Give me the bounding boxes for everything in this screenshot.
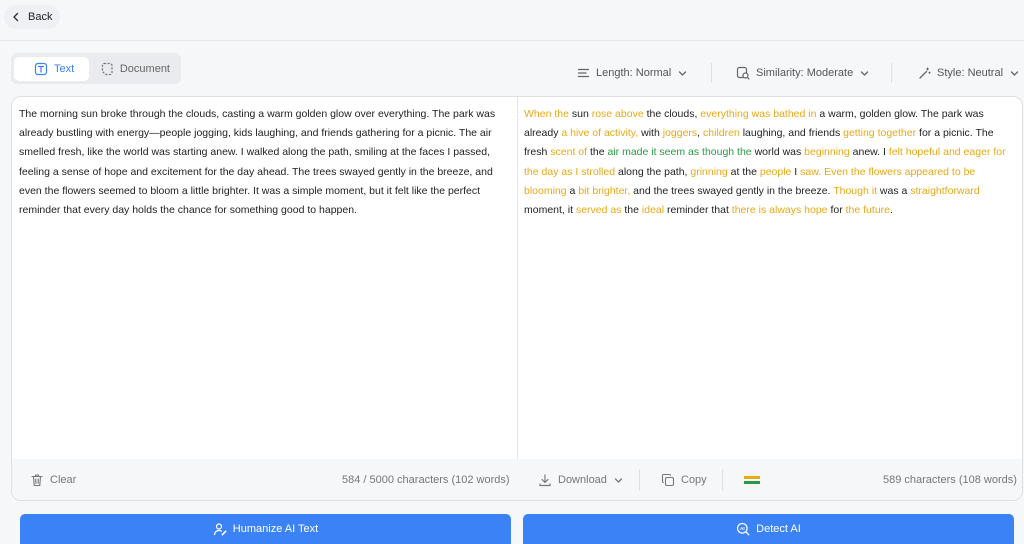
similarity-icon bbox=[736, 66, 750, 80]
rewritten-phrase: there is always hope bbox=[731, 204, 828, 217]
chevron-down-icon bbox=[1009, 68, 1020, 79]
rewritten-phrase: served as bbox=[575, 204, 622, 217]
tab-text[interactable]: Text bbox=[14, 56, 89, 81]
rewritten-phrase: Though it bbox=[833, 184, 877, 197]
output-text-area[interactable]: When the sun rose above the clouds, ever… bbox=[524, 105, 1016, 220]
mode-tabs: Text Document bbox=[11, 53, 181, 84]
document-icon bbox=[100, 62, 114, 76]
tab-document-label: Document bbox=[119, 62, 170, 75]
unchanged-text: the clouds, bbox=[643, 108, 701, 120]
svg-text:AI: AI bbox=[740, 526, 745, 531]
unchanged-text: for bbox=[827, 204, 846, 217]
back-label: Back bbox=[28, 11, 53, 23]
restructured-phrase: air made it seem as though the bbox=[607, 146, 752, 159]
unchanged-text: laughing, and friends bbox=[739, 127, 844, 140]
unchanged-text: . bbox=[890, 204, 893, 217]
output-char-count: 589 characters (108 words) bbox=[883, 474, 1017, 486]
rewritten-phrase: grinning bbox=[690, 165, 728, 178]
text-icon bbox=[34, 62, 48, 76]
rewritten-phrase: bit brighter, bbox=[578, 184, 631, 197]
chevron-down-icon bbox=[859, 68, 870, 79]
unchanged-text: was a bbox=[876, 184, 911, 197]
style-label: Style: Neutral bbox=[937, 67, 1004, 79]
unchanged-text: sun bbox=[568, 108, 592, 120]
detect-ai-button[interactable]: AI Detect AI bbox=[523, 514, 1014, 544]
highlight-legend-icon[interactable] bbox=[744, 471, 760, 489]
tab-document[interactable]: Document bbox=[89, 57, 178, 81]
copy-label: Copy bbox=[681, 474, 707, 486]
copy-icon bbox=[661, 473, 675, 487]
rewritten-phrase: scent of bbox=[550, 146, 588, 159]
input-text-area[interactable]: The morning sun broke through the clouds… bbox=[19, 105, 511, 220]
download-button[interactable]: Download bbox=[538, 471, 624, 489]
footer-divider bbox=[639, 469, 640, 491]
rewritten-phrase: ideal bbox=[641, 204, 665, 217]
humanize-label: Humanize AI Text bbox=[232, 523, 319, 535]
unchanged-text: anew. I bbox=[849, 146, 889, 159]
tab-text-label: Text bbox=[54, 62, 75, 75]
rewritten-phrase: getting together bbox=[843, 127, 917, 140]
options-divider bbox=[711, 63, 712, 83]
panel-divider bbox=[517, 97, 518, 500]
clear-button[interactable]: Clear bbox=[30, 471, 76, 489]
magic-wand-icon bbox=[918, 67, 931, 80]
back-button[interactable]: Back bbox=[4, 5, 61, 29]
rewritten-phrase: beginning bbox=[804, 146, 850, 159]
options-divider bbox=[891, 63, 892, 83]
similarity-label: Similarity: Moderate bbox=[756, 67, 854, 79]
download-icon bbox=[538, 473, 552, 487]
top-bar: Back bbox=[0, 0, 1024, 41]
length-label: Length: Normal bbox=[596, 67, 672, 79]
copy-button[interactable]: Copy bbox=[661, 471, 707, 489]
chevron-left-icon bbox=[10, 11, 22, 23]
humanize-icon bbox=[213, 522, 227, 536]
unchanged-text: along the path, bbox=[615, 165, 691, 178]
rewritten-phrase: people bbox=[759, 165, 792, 178]
unchanged-text: with bbox=[638, 127, 663, 140]
chevron-down-icon bbox=[613, 475, 624, 486]
ai-detect-icon: AI bbox=[736, 522, 750, 536]
unchanged-text: world was bbox=[751, 146, 805, 159]
unchanged-text: a bbox=[566, 184, 579, 197]
editor-panel: The morning sun broke through the clouds… bbox=[11, 96, 1023, 501]
download-label: Download bbox=[558, 474, 607, 486]
rewritten-phrase: When the bbox=[524, 108, 569, 120]
style-dropdown[interactable]: Style: Neutral bbox=[918, 64, 1020, 82]
chevron-down-icon bbox=[677, 68, 688, 79]
humanize-ai-text-button[interactable]: Humanize AI Text bbox=[20, 514, 511, 544]
footer-divider bbox=[722, 469, 723, 491]
rewritten-phrase: joggers bbox=[662, 127, 698, 140]
rewritten-phrase: rose above bbox=[591, 108, 644, 120]
unchanged-text: the bbox=[621, 204, 642, 217]
rewritten-phrase: straightforward bbox=[910, 184, 980, 197]
rewritten-phrase: the future bbox=[845, 204, 890, 217]
unchanged-text: and the trees swayed gently in the breez… bbox=[630, 184, 834, 197]
lines-icon bbox=[577, 67, 590, 79]
unchanged-text: I bbox=[791, 165, 801, 178]
rewritten-phrase: a hive of activity, bbox=[561, 127, 639, 140]
rewritten-phrase: everything was bathed in bbox=[700, 108, 817, 120]
trash-icon bbox=[30, 473, 44, 487]
clear-label: Clear bbox=[50, 474, 77, 486]
unchanged-text: moment, it bbox=[524, 204, 576, 217]
input-char-count: 584 / 5000 characters (102 words) bbox=[342, 474, 510, 486]
rewritten-phrase: children bbox=[703, 127, 740, 140]
unchanged-text: reminder that bbox=[664, 204, 732, 217]
length-dropdown[interactable]: Length: Normal bbox=[577, 64, 688, 82]
detect-label: Detect AI bbox=[756, 523, 801, 535]
editor-footer: Clear 584 / 5000 characters (102 words) … bbox=[12, 459, 1022, 500]
similarity-dropdown[interactable]: Similarity: Moderate bbox=[736, 64, 870, 82]
unchanged-text: the bbox=[587, 146, 608, 159]
unchanged-text: at the bbox=[727, 165, 760, 178]
